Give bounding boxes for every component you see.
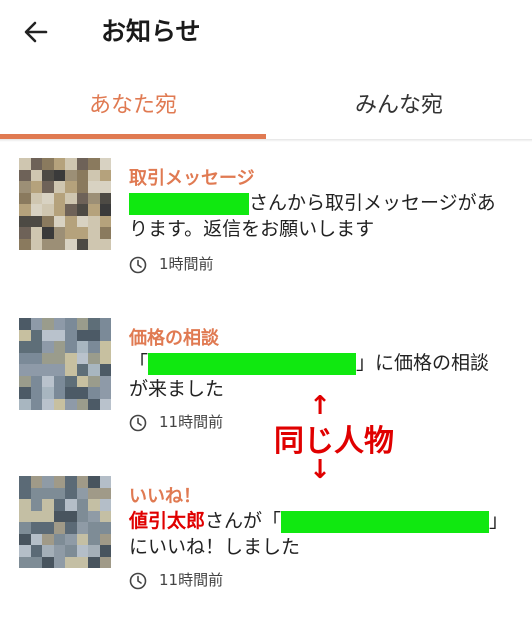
- redacted-item-name: [148, 352, 357, 375]
- redacted-item-name: [281, 510, 490, 533]
- page-title: お知らせ: [101, 17, 201, 46]
- message-text-line2: ります。返信をお願いします: [129, 218, 375, 240]
- clock-icon: [129, 572, 147, 589]
- notification-category: いいね！: [129, 486, 201, 507]
- notification-item[interactable]: 取引メッセージ さんから取引メッセージがあ ります。返信をお願いします 1時間前: [0, 150, 532, 300]
- arrow-left-icon[interactable]: [22, 18, 50, 46]
- notification-category: 取引メッセージ: [129, 168, 255, 189]
- annotation-label: 同じ人物: [274, 424, 394, 459]
- app-header: お知らせ: [0, 0, 532, 66]
- tab-bar: あなた宛 みんな宛: [0, 78, 532, 142]
- redacted-username: [129, 192, 249, 215]
- item-thumbnail: [19, 318, 111, 410]
- message-text: さんから取引メッセージがあ: [249, 192, 496, 214]
- message-text-line2: が来ました: [129, 378, 225, 400]
- item-thumbnail: [19, 476, 111, 568]
- annotation-arrow-down: ↓: [309, 455, 331, 485]
- notification-category: 価格の相談: [129, 328, 219, 349]
- item-thumbnail: [19, 158, 111, 250]
- notification-message: さんから取引メッセージがあ ります。返信をお願いします: [129, 190, 509, 242]
- clock-icon: [129, 414, 147, 431]
- notification-message: 値引太郎さんが「」 にいいね！しました: [129, 510, 509, 558]
- tab-for-you[interactable]: あなた宛: [0, 78, 266, 134]
- notification-item[interactable]: 価格の相談 「」に価格の相談 が来ました 11時間前: [0, 310, 532, 460]
- notification-time: 11時間前: [129, 412, 223, 432]
- notification-time: 1時間前: [129, 254, 214, 274]
- clock-icon: [129, 256, 147, 273]
- notification-item[interactable]: いいね！ 値引太郎さんが「」 にいいね！しました 11時間前: [0, 468, 532, 618]
- message-text-line2: にいいね！しました: [129, 536, 301, 558]
- tab-for-everyone[interactable]: みんな宛: [266, 78, 532, 134]
- user-name: 値引太郎: [129, 510, 206, 532]
- tab-divider: [0, 139, 532, 142]
- notification-time: 11時間前: [129, 570, 223, 590]
